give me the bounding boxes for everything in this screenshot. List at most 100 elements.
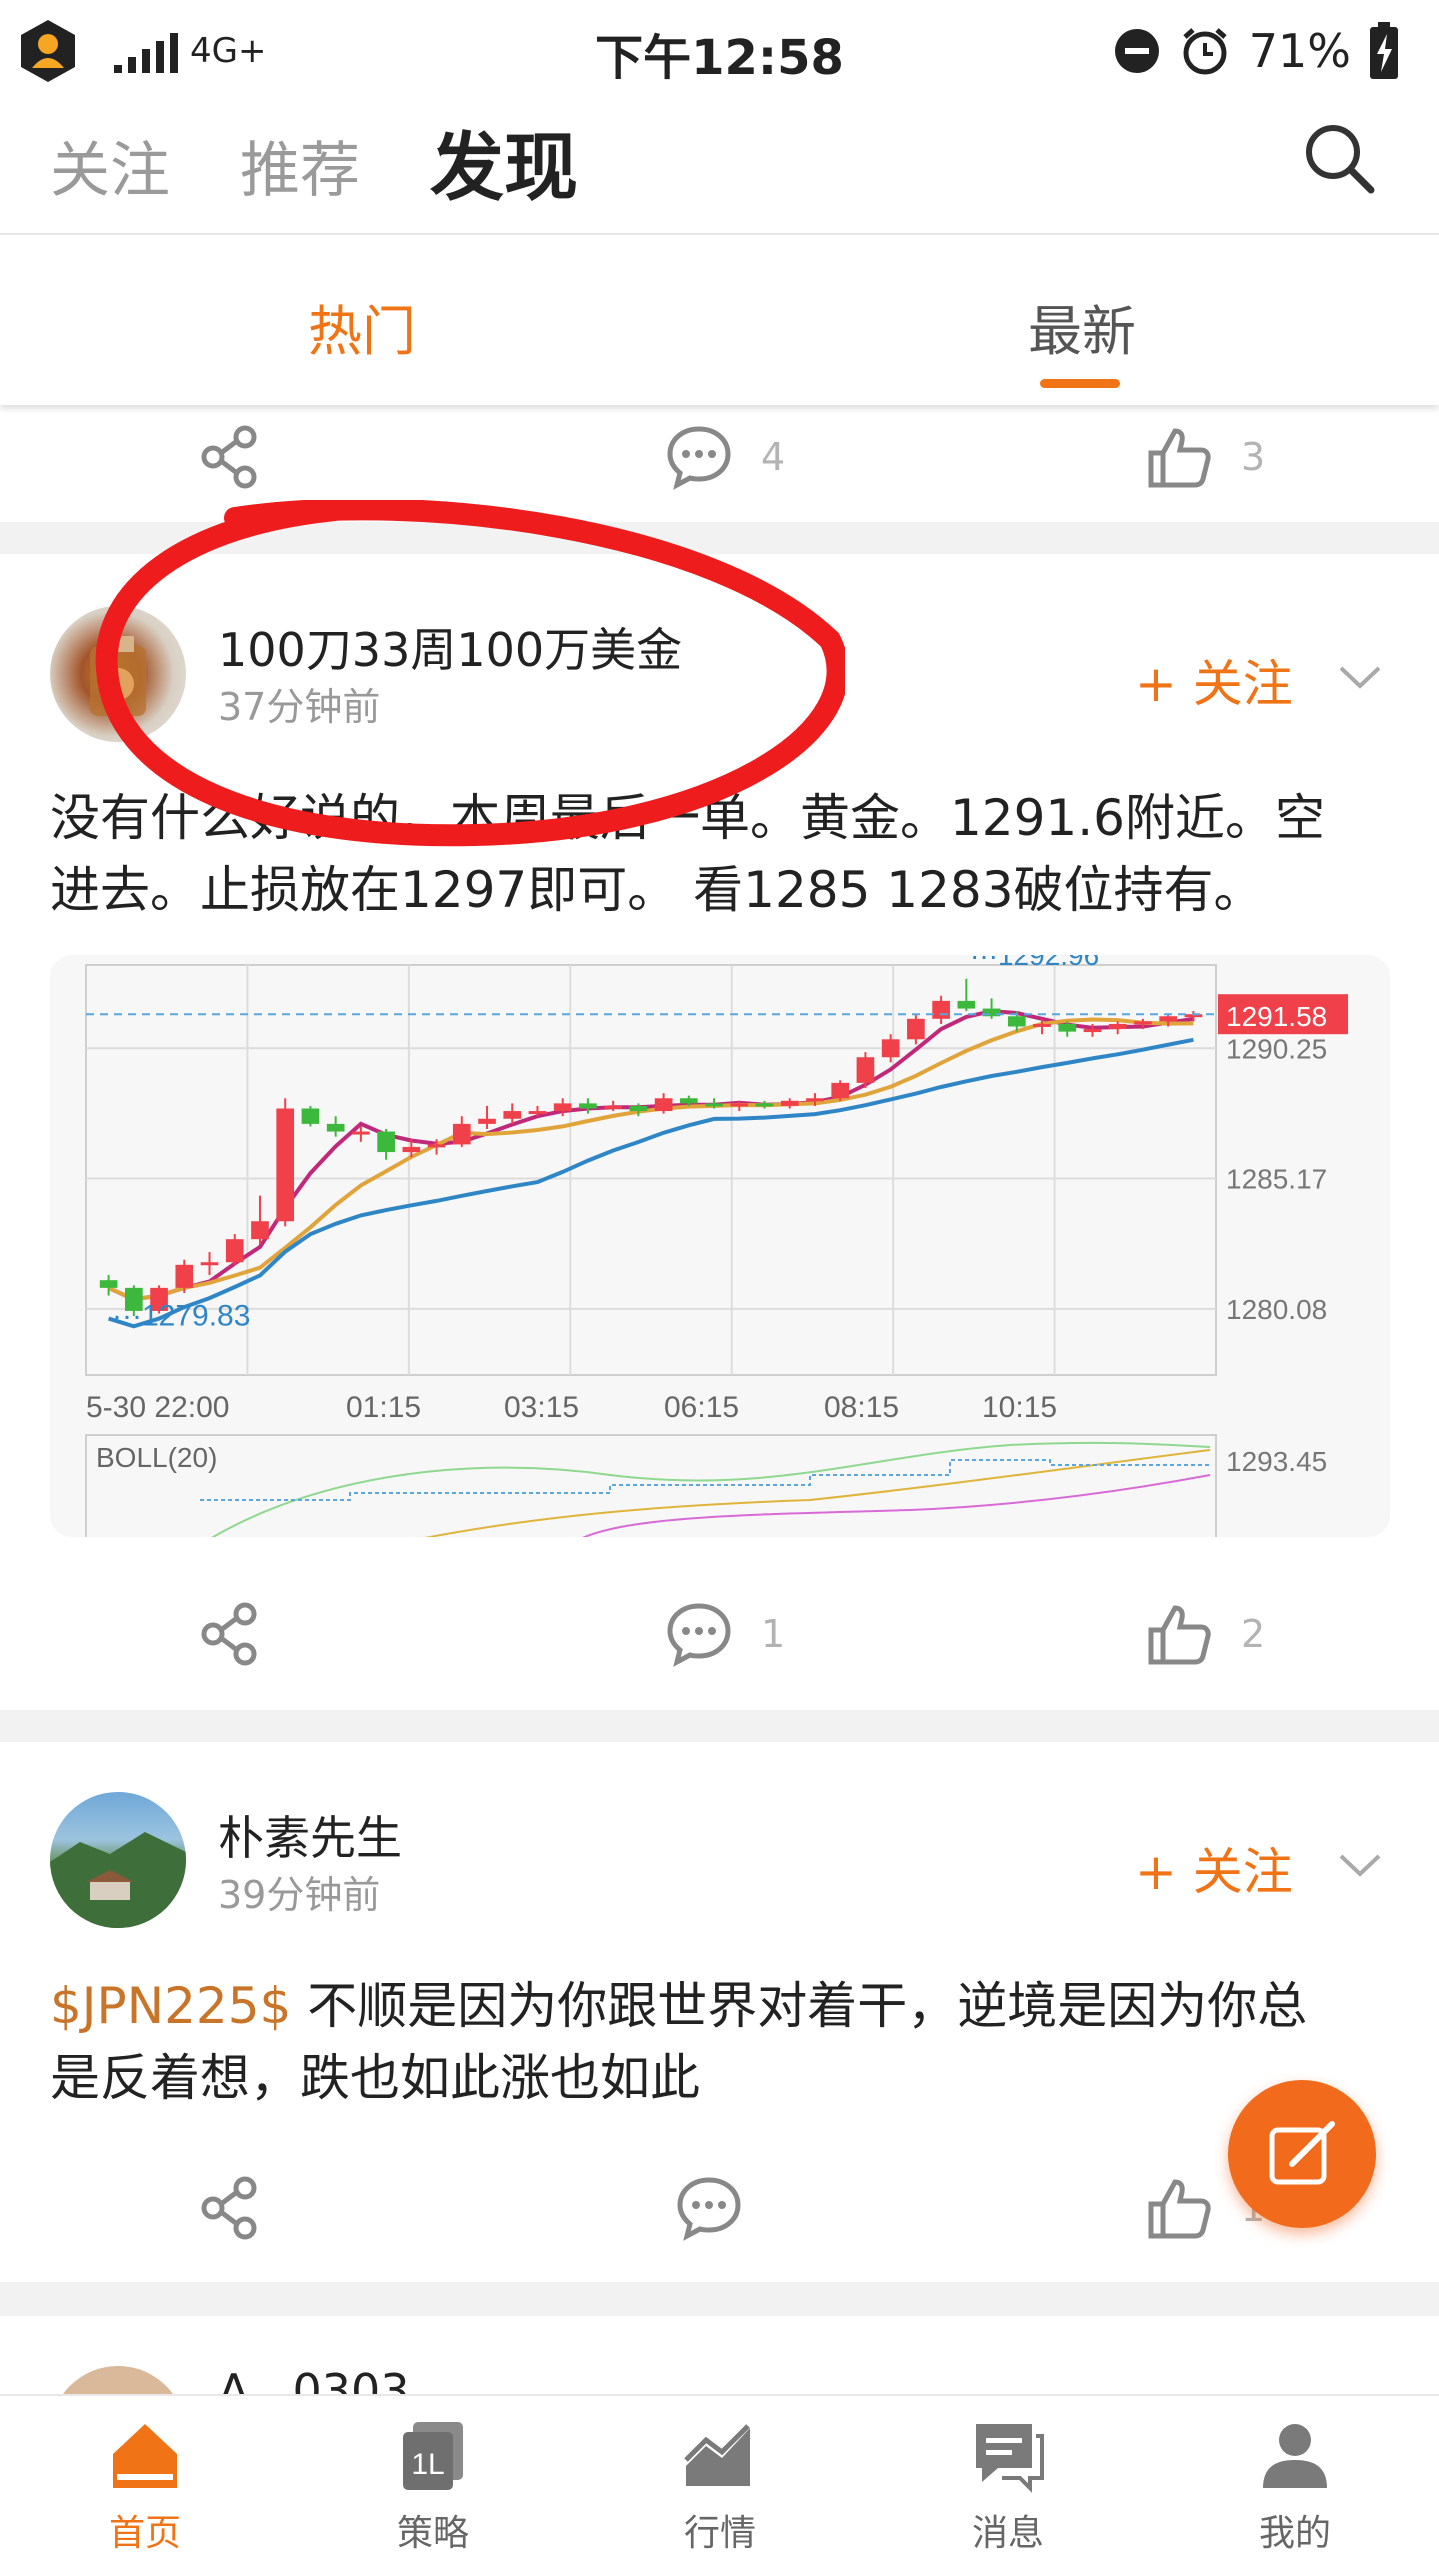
comment-button[interactable] bbox=[675, 2174, 743, 2242]
username[interactable]: 100刀33周100万美金 bbox=[218, 614, 682, 680]
candle bbox=[604, 1105, 622, 1109]
nav-home[interactable]: 首页 bbox=[65, 2416, 225, 2556]
tab-discover[interactable]: 发现 bbox=[430, 108, 578, 215]
boll-panel: BOLL(20) 1293.45 bbox=[85, 1434, 1327, 1537]
candle bbox=[1007, 1016, 1026, 1027]
boll-upper bbox=[211, 1441, 1211, 1537]
candle bbox=[99, 1280, 118, 1288]
post-text-line: $JPN225$ 不顺是因为你跟世界对着干，逆境是因为你总 bbox=[50, 1970, 1395, 2042]
ma-line-mid bbox=[107, 1017, 1194, 1302]
x-tick-label: 03:15 bbox=[504, 1391, 579, 1424]
price-chart[interactable]: 1291.58 1290.25 1285.17 1280.08 ···1292.96 ··… bbox=[50, 955, 1390, 1537]
candle bbox=[1083, 1029, 1102, 1033]
avatar[interactable] bbox=[50, 1792, 186, 1928]
username[interactable]: 朴素先生 bbox=[218, 1802, 402, 1868]
candle bbox=[579, 1103, 597, 1109]
message-icon bbox=[976, 2424, 1044, 2493]
active-tab-indicator bbox=[1040, 379, 1120, 388]
avatar-image bbox=[90, 636, 146, 716]
like-button[interactable]: 3 bbox=[1145, 423, 1265, 491]
candle bbox=[402, 1146, 421, 1153]
avatar[interactable] bbox=[50, 606, 186, 742]
comment-button[interactable]: 1 bbox=[665, 1600, 785, 1668]
like-count: 2 bbox=[1241, 1612, 1266, 1656]
candle bbox=[377, 1131, 395, 1153]
comment-count: 1 bbox=[761, 1612, 786, 1656]
candle bbox=[452, 1123, 471, 1145]
post-card[interactable]: 朴素先生 39分钟前 + 关注 $JPN225$ 不顺是因为你跟世界对着干，逆境… bbox=[0, 1742, 1439, 2282]
y-tick-label: 1280.08 bbox=[1226, 1294, 1327, 1325]
candle bbox=[806, 1098, 824, 1102]
post-actions: 1 2 bbox=[0, 1582, 1439, 1692]
compose-button[interactable] bbox=[1228, 2080, 1376, 2228]
edit-icon bbox=[1269, 2121, 1335, 2185]
nav-strategy[interactable]: 1L 策略 bbox=[353, 2416, 513, 2556]
share-button[interactable] bbox=[195, 423, 263, 491]
battery-percent: 71% bbox=[1248, 24, 1351, 78]
current-price-label: 1291.58 bbox=[1226, 1001, 1327, 1032]
candle bbox=[1108, 1023, 1127, 1030]
candle bbox=[528, 1111, 547, 1115]
tab-following[interactable]: 关注 bbox=[50, 122, 170, 209]
do-not-disturb-icon bbox=[1114, 29, 1159, 73]
search-icon[interactable] bbox=[1299, 118, 1379, 198]
username[interactable]: A...0303 bbox=[218, 2364, 410, 2396]
boll-mid bbox=[424, 1449, 1211, 1537]
candle bbox=[932, 1000, 950, 1019]
ma-line-fast bbox=[107, 1009, 1194, 1302]
follow-button[interactable]: + 关注 bbox=[1135, 644, 1293, 716]
chart-canvas: 1291.581290.25 1285.17 1280.08 ···1292.96 ··… bbox=[85, 955, 1348, 1537]
comment-count: 4 bbox=[761, 435, 786, 479]
like-button[interactable]: 2 bbox=[1145, 1600, 1265, 1668]
follow-button[interactable]: + 关注 bbox=[1135, 1832, 1293, 1904]
share-button[interactable] bbox=[195, 2174, 263, 2242]
avatar[interactable] bbox=[50, 2366, 186, 2396]
candle bbox=[654, 1098, 673, 1112]
post-actions: 1 bbox=[0, 2156, 1439, 2266]
tab-latest[interactable]: 最新 bbox=[1028, 287, 1136, 366]
nav-label: 我的 bbox=[1258, 2513, 1331, 2554]
chevron-down-icon[interactable] bbox=[1335, 1848, 1385, 1884]
svg-text:1L: 1L bbox=[411, 2448, 444, 2481]
tab-hot[interactable]: 热门 bbox=[308, 287, 416, 366]
candle bbox=[251, 1221, 269, 1240]
candle bbox=[1134, 1021, 1152, 1025]
share-button[interactable] bbox=[195, 1600, 263, 1668]
candle bbox=[881, 1039, 900, 1058]
share-icon bbox=[201, 1602, 257, 1666]
candle bbox=[907, 1018, 925, 1040]
x-tick-label: 5-30 22:00 bbox=[86, 1391, 229, 1424]
post-card[interactable]: A...0303 bbox=[0, 2316, 1439, 2396]
chevron-down-icon[interactable] bbox=[1335, 660, 1385, 696]
comment-icon bbox=[667, 1603, 731, 1667]
share-icon bbox=[201, 425, 257, 489]
nav-label: 行情 bbox=[683, 2513, 756, 2554]
post-text: $JPN225$ 不顺是因为你跟世界对着干，逆境是因为你总 是反着想，跌也如此涨… bbox=[50, 1970, 1395, 2114]
post-text-line: 是反着想，跌也如此涨也如此 bbox=[50, 2049, 700, 2107]
tab-recommended[interactable]: 推荐 bbox=[240, 122, 360, 209]
stock-tag[interactable]: $JPN225$ bbox=[50, 1977, 291, 2035]
thumbs-up-icon bbox=[1148, 428, 1211, 488]
nav-market[interactable]: 行情 bbox=[640, 2416, 800, 2556]
strategy-icon: 1L bbox=[403, 2422, 463, 2490]
post-time: 39分钟前 bbox=[218, 1873, 381, 1917]
comment-button[interactable]: 4 bbox=[665, 423, 785, 491]
prev-post-actions: 4 3 bbox=[0, 405, 1439, 515]
candle bbox=[276, 1108, 295, 1222]
candle bbox=[730, 1103, 749, 1107]
candle bbox=[957, 1000, 976, 1009]
nav-label: 首页 bbox=[108, 2513, 181, 2554]
nav-messages[interactable]: 消息 bbox=[928, 2416, 1088, 2556]
home-icon bbox=[113, 2424, 177, 2488]
ma-line-slow bbox=[108, 1037, 1194, 1329]
candle bbox=[780, 1100, 799, 1106]
candle bbox=[553, 1103, 572, 1112]
post-text-line: 没有什么好说的。本周最后一单。黄金。1291.6附近。空 bbox=[50, 789, 1325, 847]
user-icon bbox=[1263, 2424, 1327, 2488]
nav-profile[interactable]: 我的 bbox=[1215, 2416, 1375, 2556]
x-tick-label: 01:15 bbox=[346, 1391, 421, 1424]
candle bbox=[200, 1262, 219, 1266]
market-chart-icon bbox=[684, 2424, 750, 2486]
post-text: 没有什么好说的。本周最后一单。黄金。1291.6附近。空 进去。止损放在1297… bbox=[50, 782, 1395, 926]
share-icon bbox=[201, 2176, 257, 2240]
